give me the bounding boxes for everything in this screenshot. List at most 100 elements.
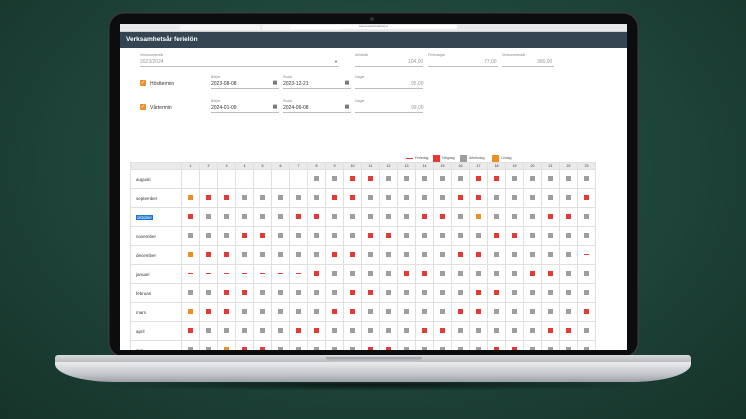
day-cell[interactable] (523, 340, 542, 350)
day-cell[interactable] (199, 264, 218, 284)
day-cell[interactable] (361, 226, 380, 246)
day-cell[interactable] (559, 321, 578, 341)
calendar-icon[interactable]: ▦ (344, 104, 350, 110)
day-cell[interactable] (325, 302, 344, 322)
day-cell[interactable] (271, 302, 290, 322)
day-cell[interactable] (469, 188, 488, 208)
month-label[interactable]: oktober (130, 207, 182, 227)
day-cell[interactable] (415, 226, 434, 246)
month-label[interactable]: mars (130, 302, 182, 322)
day-cell[interactable] (487, 207, 506, 227)
day-cell[interactable] (235, 188, 254, 208)
day-cell[interactable] (487, 245, 506, 265)
day-cell[interactable] (451, 207, 470, 227)
day-cell[interactable] (379, 226, 398, 246)
day-cell[interactable] (577, 207, 596, 227)
day-cell[interactable] (505, 264, 524, 284)
vartermin-end-input[interactable]: 2024-06-08 (283, 105, 309, 111)
day-cell[interactable] (487, 169, 506, 189)
day-cell[interactable] (541, 207, 560, 227)
verksamhetsar-select[interactable]: 2023/2024 (140, 59, 164, 65)
day-cell[interactable] (451, 226, 470, 246)
vartermin-start-input[interactable]: 2024-01-09 (211, 105, 237, 111)
day-cell[interactable] (577, 321, 596, 341)
day-cell[interactable] (289, 302, 308, 322)
day-cell[interactable] (415, 188, 434, 208)
month-label[interactable]: maj (130, 340, 182, 350)
day-cell[interactable] (343, 264, 362, 284)
day-cell[interactable] (325, 264, 344, 284)
day-cell[interactable] (451, 188, 470, 208)
day-cell[interactable] (541, 302, 560, 322)
day-cell[interactable] (235, 226, 254, 246)
day-cell[interactable] (469, 321, 488, 341)
day-cell[interactable] (469, 340, 488, 350)
day-cell[interactable] (217, 340, 236, 350)
day-cell[interactable] (361, 302, 380, 322)
day-cell[interactable] (451, 302, 470, 322)
day-cell[interactable] (541, 245, 560, 265)
day-cell[interactable] (505, 245, 524, 265)
day-cell[interactable] (541, 188, 560, 208)
day-cell[interactable] (433, 302, 452, 322)
day-cell[interactable] (253, 169, 272, 189)
day-cell[interactable] (289, 283, 308, 303)
day-cell[interactable] (433, 340, 452, 350)
day-cell[interactable] (541, 264, 560, 284)
day-cell[interactable] (307, 321, 326, 341)
day-cell[interactable] (397, 207, 416, 227)
day-cell[interactable] (361, 245, 380, 265)
day-cell[interactable] (469, 302, 488, 322)
day-cell[interactable] (559, 340, 578, 350)
day-cell[interactable] (289, 340, 308, 350)
day-cell[interactable] (181, 226, 200, 246)
day-cell[interactable] (181, 340, 200, 350)
day-cell[interactable] (577, 188, 596, 208)
day-cell[interactable] (217, 302, 236, 322)
day-cell[interactable] (199, 340, 218, 350)
day-cell[interactable] (289, 264, 308, 284)
day-cell[interactable] (253, 321, 272, 341)
day-cell[interactable] (307, 188, 326, 208)
day-cell[interactable] (559, 188, 578, 208)
day-cell[interactable] (487, 283, 506, 303)
day-cell[interactable] (397, 321, 416, 341)
day-cell[interactable] (397, 188, 416, 208)
day-cell[interactable] (181, 245, 200, 265)
day-cell[interactable] (505, 321, 524, 341)
day-cell[interactable] (361, 340, 380, 350)
hosttermin-checkbox[interactable]: ✓ (140, 80, 146, 86)
day-cell[interactable] (505, 207, 524, 227)
day-cell[interactable] (559, 264, 578, 284)
day-cell[interactable] (397, 264, 416, 284)
day-cell[interactable] (289, 169, 308, 189)
day-cell[interactable] (397, 169, 416, 189)
day-cell[interactable] (469, 169, 488, 189)
day-cell[interactable] (469, 226, 488, 246)
day-cell[interactable] (487, 226, 506, 246)
day-cell[interactable] (235, 207, 254, 227)
day-cell[interactable] (289, 188, 308, 208)
day-cell[interactable] (235, 283, 254, 303)
day-cell[interactable] (307, 264, 326, 284)
day-cell[interactable] (469, 245, 488, 265)
day-cell[interactable] (559, 226, 578, 246)
day-cell[interactable] (397, 302, 416, 322)
day-cell[interactable] (577, 302, 596, 322)
day-cell[interactable] (523, 188, 542, 208)
day-cell[interactable] (487, 264, 506, 284)
calendar-icon[interactable]: ▦ (272, 80, 278, 86)
day-cell[interactable] (343, 283, 362, 303)
day-cell[interactable] (217, 264, 236, 284)
day-cell[interactable] (199, 302, 218, 322)
day-cell[interactable] (415, 207, 434, 227)
day-cell[interactable] (505, 302, 524, 322)
chevron-down-icon[interactable]: ▼ (334, 59, 338, 64)
day-cell[interactable] (181, 169, 200, 189)
day-cell[interactable] (307, 283, 326, 303)
day-cell[interactable] (559, 169, 578, 189)
day-cell[interactable] (523, 245, 542, 265)
day-cell[interactable] (577, 169, 596, 189)
day-cell[interactable] (235, 340, 254, 350)
day-cell[interactable] (217, 283, 236, 303)
